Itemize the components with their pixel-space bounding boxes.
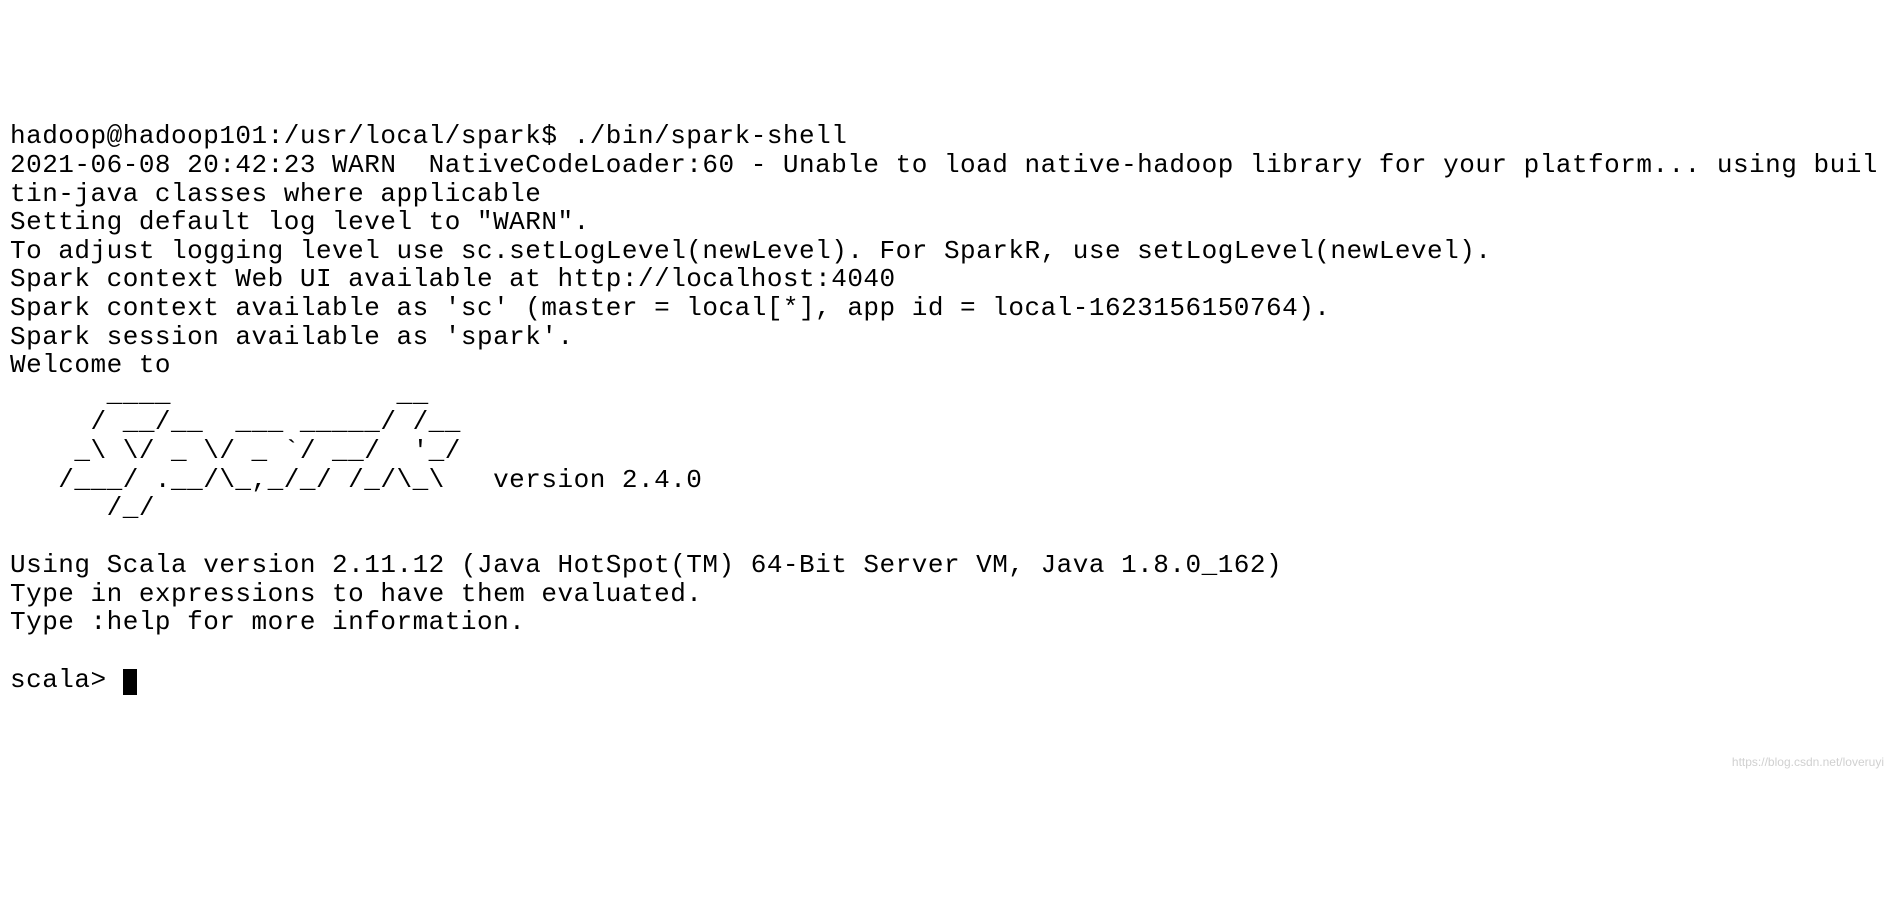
spark-ascii-logo: ____ __ / __/__ ___ _____/ /__ _\ \/ _ \… (10, 379, 702, 523)
warn-log-line: 2021-06-08 20:42:23 WARN NativeCodeLoade… (10, 150, 1878, 209)
shell-prompt-line: hadoop@hadoop101:/usr/local/spark$ ./bin… (10, 121, 847, 151)
adjust-log-line: To adjust logging level use sc.setLogLev… (10, 236, 1491, 266)
welcome-line: Welcome to (10, 350, 171, 380)
terminal-output[interactable]: hadoop@hadoop101:/usr/local/spark$ ./bin… (10, 122, 1884, 694)
terminal-cursor[interactable] (123, 669, 137, 695)
scala-prompt: scala> (10, 665, 123, 695)
web-ui-line: Spark context Web UI available at http:/… (10, 264, 896, 294)
help-line: Type :help for more information. (10, 607, 525, 637)
spark-context-line: Spark context available as 'sc' (master … (10, 293, 1330, 323)
spark-session-line: Spark session available as 'spark'. (10, 322, 574, 352)
log-level-line: Setting default log level to "WARN". (10, 207, 590, 237)
watermark-text: https://blog.csdn.net/loveruyi (1732, 756, 1884, 769)
scala-version-line: Using Scala version 2.11.12 (Java HotSpo… (10, 550, 1282, 580)
type-expressions-line: Type in expressions to have them evaluat… (10, 579, 702, 609)
